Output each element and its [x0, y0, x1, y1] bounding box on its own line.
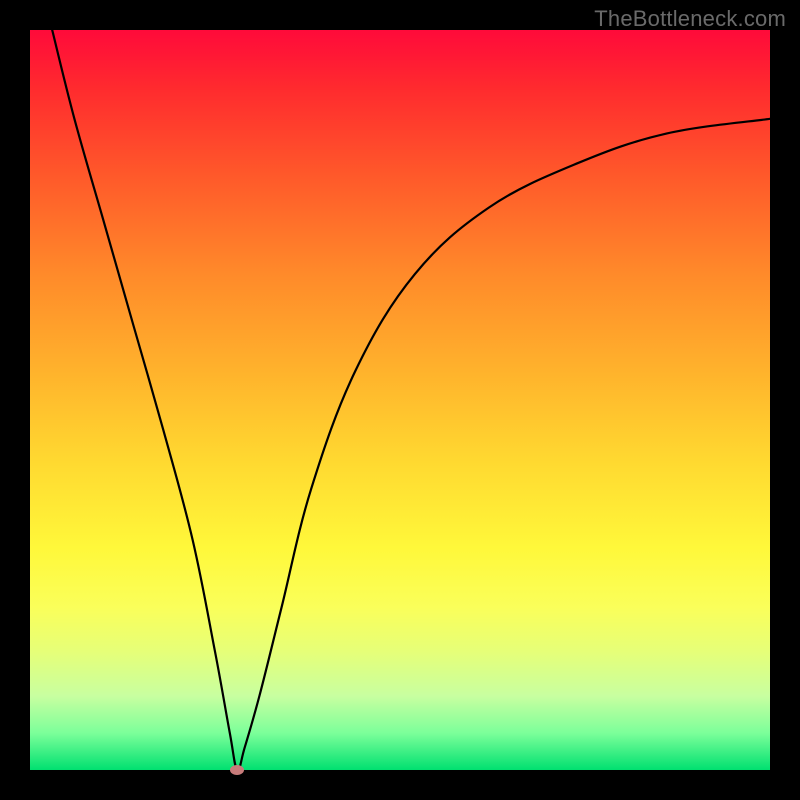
min-marker	[230, 765, 244, 775]
plot-area	[30, 30, 770, 770]
watermark-text: TheBottleneck.com	[594, 6, 786, 32]
bottleneck-curve	[30, 30, 770, 770]
chart-frame: TheBottleneck.com	[0, 0, 800, 800]
